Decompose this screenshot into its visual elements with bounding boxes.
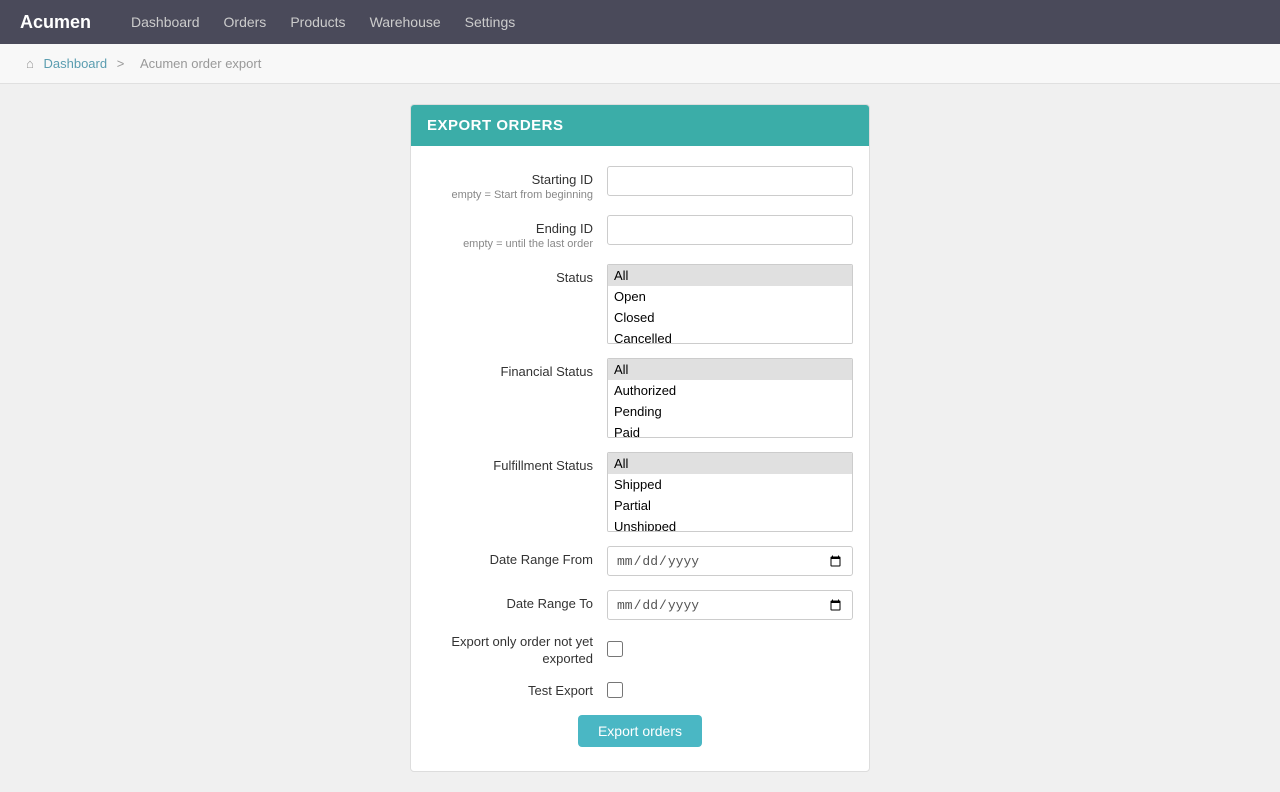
export-orders-card: EXPORT ORDERS Starting ID empty = Start … xyxy=(410,104,870,772)
fulfillment-option-unshipped: Unshipped xyxy=(608,516,852,532)
ending-id-row: Ending ID empty = until the last order xyxy=(427,215,853,250)
date-range-from-row: Date Range From xyxy=(427,546,853,576)
home-icon: ⌂ xyxy=(26,56,34,71)
breadcrumb: ⌂ Dashboard > Acumen order export xyxy=(0,44,1280,84)
starting-id-row: Starting ID empty = Start from beginning xyxy=(427,166,853,201)
status-option-open: Open xyxy=(608,286,852,307)
date-range-to-label: Date Range To xyxy=(427,596,593,611)
fulfillment-status-row: Fulfillment Status All Shipped Partial U… xyxy=(427,452,853,532)
page-container: EXPORT ORDERS Starting ID empty = Start … xyxy=(0,84,1280,792)
export-only-row: Export only order not yet exported xyxy=(427,634,853,668)
export-only-label: Export only order not yet exported xyxy=(427,634,607,668)
financial-status-listbox[interactable]: All Authorized Pending Paid Partially pa… xyxy=(607,358,853,438)
fulfillment-status-listbox[interactable]: All Shipped Partial Unshipped Unfulfille… xyxy=(607,452,853,532)
status-option-cancelled: Cancelled xyxy=(608,328,852,344)
status-row: Status All Open Closed Cancelled xyxy=(427,264,853,344)
status-option-all: All xyxy=(608,265,852,286)
test-export-row: Test Export xyxy=(427,682,853,701)
test-export-label: Test Export xyxy=(427,683,607,700)
status-label: Status xyxy=(427,270,593,285)
ending-id-label: Ending ID xyxy=(427,221,593,236)
status-option-closed: Closed xyxy=(608,307,852,328)
breadcrumb-separator: > xyxy=(117,56,125,71)
breadcrumb-home[interactable]: Dashboard xyxy=(43,56,107,71)
brand-logo: Acumen xyxy=(20,12,91,33)
date-range-from-input[interactable] xyxy=(607,546,853,576)
ending-id-sublabel: empty = until the last order xyxy=(427,238,593,250)
export-only-checkbox[interactable] xyxy=(607,641,623,657)
nav-link-settings[interactable]: Settings xyxy=(465,14,516,30)
starting-id-input[interactable] xyxy=(607,166,853,196)
card-header: EXPORT ORDERS xyxy=(411,105,869,146)
fulfillment-option-partial: Partial xyxy=(608,495,852,516)
fulfillment-option-all: All xyxy=(608,453,852,474)
test-export-checkbox[interactable] xyxy=(607,682,623,698)
date-range-to-input[interactable] xyxy=(607,590,853,620)
starting-id-sublabel: empty = Start from beginning xyxy=(427,189,593,201)
nav-link-warehouse[interactable]: Warehouse xyxy=(370,14,441,30)
financial-status-label: Financial Status xyxy=(427,364,593,379)
breadcrumb-current: Acumen order export xyxy=(140,56,261,71)
fulfillment-option-shipped: Shipped xyxy=(608,474,852,495)
fulfillment-status-label: Fulfillment Status xyxy=(427,458,593,473)
nav-link-orders[interactable]: Orders xyxy=(224,14,267,30)
nav-link-products[interactable]: Products xyxy=(290,14,345,30)
navbar: Acumen Dashboard Orders Products Warehou… xyxy=(0,0,1280,44)
financial-option-all: All xyxy=(608,359,852,380)
date-range-to-row: Date Range To xyxy=(427,590,853,620)
status-listbox[interactable]: All Open Closed Cancelled xyxy=(607,264,853,344)
nav-link-dashboard[interactable]: Dashboard xyxy=(131,14,200,30)
financial-option-paid: Paid xyxy=(608,422,852,438)
starting-id-label: Starting ID xyxy=(427,172,593,187)
ending-id-input[interactable] xyxy=(607,215,853,245)
card-body: Starting ID empty = Start from beginning… xyxy=(411,146,869,771)
financial-status-row: Financial Status All Authorized Pending … xyxy=(427,358,853,438)
date-range-from-label: Date Range From xyxy=(427,552,593,567)
financial-option-authorized: Authorized xyxy=(608,380,852,401)
financial-option-pending: Pending xyxy=(608,401,852,422)
